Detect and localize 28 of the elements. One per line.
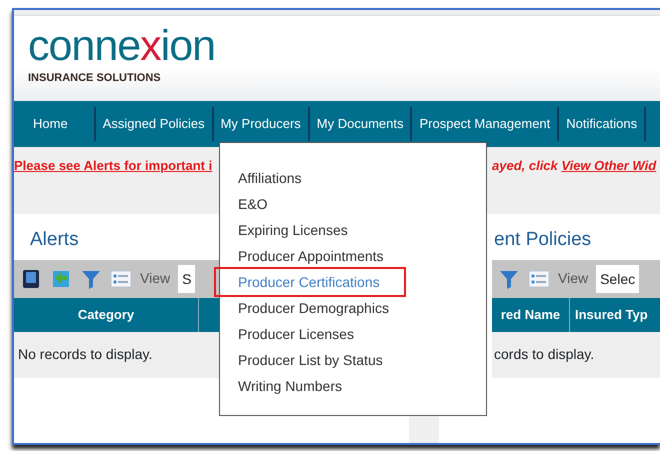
device-icon[interactable]: [20, 268, 42, 290]
menu-item[interactable]: Producer Demographics: [220, 295, 407, 321]
menu-item[interactable]: Producer Appointments: [220, 243, 402, 269]
empty-message: cords to display.: [494, 346, 594, 362]
menu-item[interactable]: Producer Certifications: [216, 269, 404, 295]
menu-item[interactable]: Expiring Licenses: [220, 217, 366, 243]
view-label: View: [558, 269, 588, 288]
logo-tagline: INSURANCE SOLUTIONS: [28, 71, 162, 86]
view-other-widgets-link[interactable]: View Other Wid: [561, 158, 656, 173]
nav-item[interactable]: Home: [14, 107, 96, 141]
list-icon[interactable]: [528, 268, 550, 290]
logo-wordmark: connexion: [28, 26, 216, 66]
menu-item[interactable]: Producer Licenses: [220, 321, 372, 347]
view-select[interactable]: Selec: [596, 264, 640, 292]
view-label: View: [140, 269, 170, 288]
menu-item[interactable]: Affiliations: [220, 165, 320, 191]
widget-notice: ayed, click View Other Wid: [492, 157, 656, 175]
nav-item[interactable]: Assigned Policies: [96, 107, 214, 141]
list-icon[interactable]: [110, 268, 132, 290]
empty-message: No records to display.: [18, 346, 152, 362]
nav-item[interactable]: Notifications: [559, 107, 646, 141]
menu-item[interactable]: Writing Numbers: [220, 373, 360, 399]
menu-item[interactable]: Producer List by Status: [220, 347, 401, 373]
panel-title: Alerts: [30, 228, 79, 250]
menu-item[interactable]: E&O: [220, 191, 286, 217]
panel-title: ent Policies: [494, 228, 592, 250]
view-select[interactable]: S: [178, 264, 196, 292]
alert-notice: Please see Alerts for important i: [14, 157, 212, 175]
